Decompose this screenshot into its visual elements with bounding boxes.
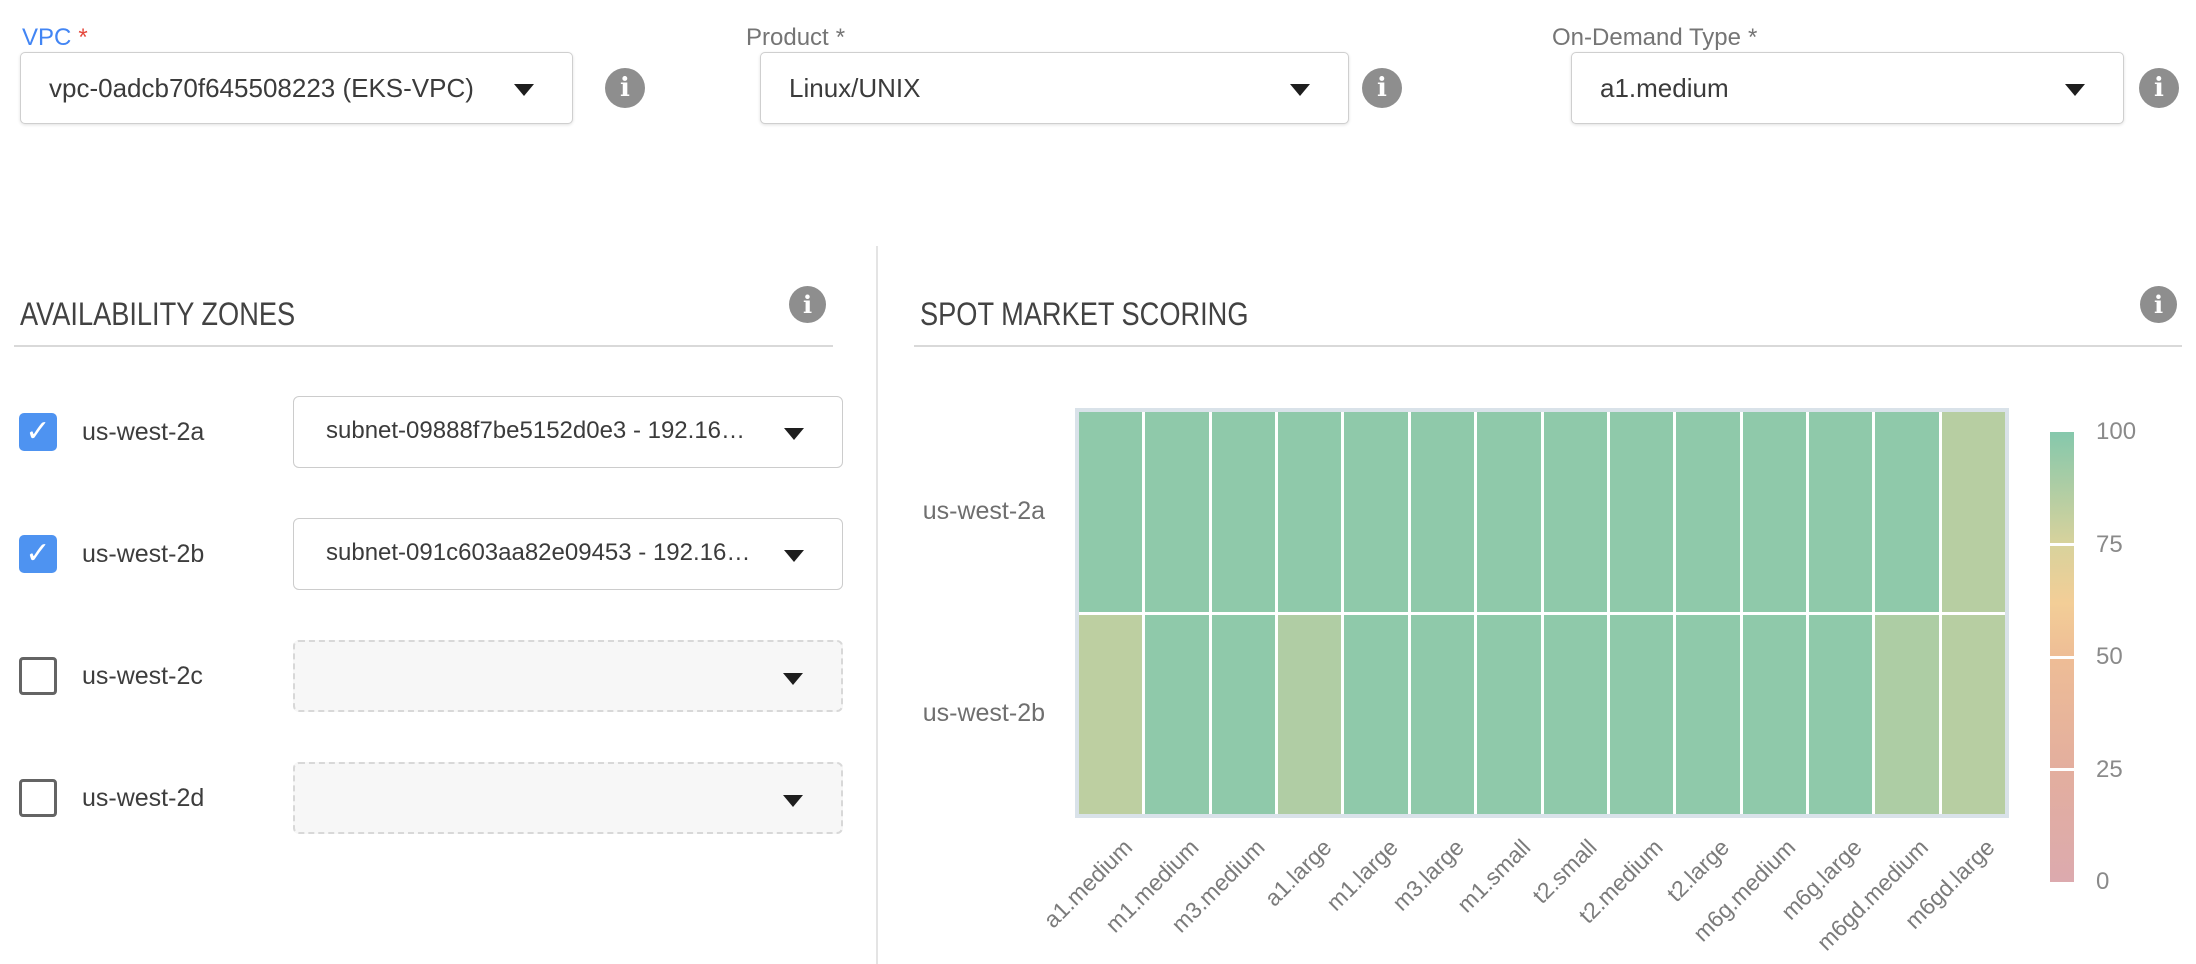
heatmap-cell <box>1477 412 1540 612</box>
legend-separator <box>2050 543 2074 546</box>
required-asterisk: * <box>78 24 87 51</box>
az-row-us-west-2c: ✓ us-west-2c <box>0 640 877 712</box>
spot-market-heatmap <box>1075 408 2009 818</box>
chevron-down-icon <box>514 84 534 96</box>
subnet-select-us-west-2c[interactable] <box>293 640 843 712</box>
on-demand-type-label: On-Demand Type* <box>1552 24 1757 52</box>
heatmap-cell <box>1278 412 1341 612</box>
product-select[interactable]: Linux/UNIX <box>760 52 1349 124</box>
heatmap-row-label: us-west-2b <box>790 699 1045 729</box>
az-row-us-west-2a: ✓ us-west-2a subnet-09888f7be5152d0e3 - … <box>0 396 877 468</box>
az-checkbox-us-west-2a[interactable]: ✓ <box>19 413 57 451</box>
heatmap-cell <box>1411 412 1474 612</box>
spot-market-scoring-divider <box>914 345 2182 347</box>
panel-vertical-divider <box>876 246 878 964</box>
spot-market-scoring-title: SPOT MARKET SCORING <box>920 296 1306 333</box>
heatmap-cell <box>1344 412 1407 612</box>
vpc-label: VPC* <box>22 24 88 52</box>
on-demand-type-select-value: a1.medium <box>1600 53 1729 123</box>
legend-separator <box>2050 768 2074 771</box>
heatmap-cell <box>1942 412 2005 612</box>
heatmap-cell <box>1477 615 1540 815</box>
checkmark-icon: ✓ <box>19 413 57 451</box>
availability-zones-divider <box>14 345 833 347</box>
legend-tick-label: 0 <box>2096 868 2176 896</box>
product-label: Product* <box>746 24 845 52</box>
az-checkbox-us-west-2b[interactable]: ✓ <box>19 535 57 573</box>
heatmap-cell <box>1610 412 1673 612</box>
chevron-down-icon <box>783 673 803 685</box>
availability-zones-info-icon[interactable]: i <box>789 286 826 323</box>
on-demand-type-select[interactable]: a1.medium <box>1571 52 2124 124</box>
heatmap-column-label: m1.large <box>1321 834 1403 916</box>
az-zone-label: us-west-2a <box>82 396 204 468</box>
checkmark-icon: ✓ <box>19 535 57 573</box>
heatmap-cell <box>1212 412 1275 612</box>
chevron-down-icon <box>784 428 804 440</box>
heatmap-cell <box>1544 412 1607 612</box>
heatmap-column-label: m1.small <box>1452 834 1536 918</box>
legend-separator <box>2050 656 2074 659</box>
az-zone-label: us-west-2c <box>82 640 203 712</box>
legend-tick-label: 25 <box>2096 756 2176 784</box>
on-demand-type-info-icon[interactable]: i <box>2139 68 2179 108</box>
heatmap-cell <box>1145 412 1208 612</box>
subnet-select-us-west-2b[interactable]: subnet-091c603aa82e09453 - 192.168… <box>293 518 843 590</box>
subnet-select-us-west-2a[interactable]: subnet-09888f7be5152d0e3 - 192.168… <box>293 396 843 468</box>
vpc-select-value: vpc-0adcb70f645508223 (EKS-VPC) <box>49 53 474 123</box>
heatmap-cell <box>1676 412 1739 612</box>
heatmap-cell <box>1743 615 1806 815</box>
heatmap-cell <box>1676 615 1739 815</box>
heatmap-cell <box>1079 412 1142 612</box>
az-checkbox-us-west-2d[interactable]: ✓ <box>19 779 57 817</box>
chevron-down-icon <box>1290 84 1310 96</box>
heatmap-cell <box>1875 412 1938 612</box>
heatmap-cell <box>1079 615 1142 815</box>
az-row-us-west-2b: ✓ us-west-2b subnet-091c603aa82e09453 - … <box>0 518 877 590</box>
heatmap-cell <box>1809 615 1872 815</box>
subnet-select-value: subnet-09888f7be5152d0e3 - 192.168… <box>326 397 756 465</box>
subnet-select-value: subnet-091c603aa82e09453 - 192.168… <box>326 519 756 587</box>
product-select-value: Linux/UNIX <box>789 53 921 123</box>
az-checkbox-us-west-2c[interactable]: ✓ <box>19 657 57 695</box>
chevron-down-icon <box>2065 84 2085 96</box>
product-info-icon[interactable]: i <box>1362 68 1402 108</box>
az-zone-label: us-west-2b <box>82 518 204 590</box>
spot-configuration-page: VPC* vpc-0adcb70f645508223 (EKS-VPC) i P… <box>0 0 2196 964</box>
heatmap-cell <box>1411 615 1474 815</box>
heatmap-cell <box>1344 615 1407 815</box>
legend-tick-label: 75 <box>2096 531 2176 559</box>
legend-tick-label: 50 <box>2096 643 2176 671</box>
required-asterisk: * <box>836 24 845 51</box>
required-asterisk: * <box>1748 24 1757 51</box>
legend-tick-label: 100 <box>2096 418 2176 446</box>
heatmap-cell <box>1145 615 1208 815</box>
heatmap-cell <box>1875 615 1938 815</box>
heatmap-cell <box>1743 412 1806 612</box>
az-row-us-west-2d: ✓ us-west-2d <box>0 762 877 834</box>
heatmap-cell <box>1942 615 2005 815</box>
heatmap-cell <box>1610 615 1673 815</box>
heatmap-cell <box>1809 412 1872 612</box>
chevron-down-icon <box>784 550 804 562</box>
spot-market-scoring-info-icon[interactable]: i <box>2140 286 2177 323</box>
vpc-info-icon[interactable]: i <box>605 68 645 108</box>
heatmap-cell <box>1544 615 1607 815</box>
availability-zones-title: AVAILABILITY ZONES <box>20 296 344 333</box>
vpc-select[interactable]: vpc-0adcb70f645508223 (EKS-VPC) <box>20 52 573 124</box>
heatmap-cell <box>1278 615 1341 815</box>
heatmap-cell <box>1212 615 1275 815</box>
subnet-select-us-west-2d[interactable] <box>293 762 843 834</box>
az-zone-label: us-west-2d <box>82 762 204 834</box>
chevron-down-icon <box>783 795 803 807</box>
heatmap-row-label: us-west-2a <box>790 497 1045 527</box>
